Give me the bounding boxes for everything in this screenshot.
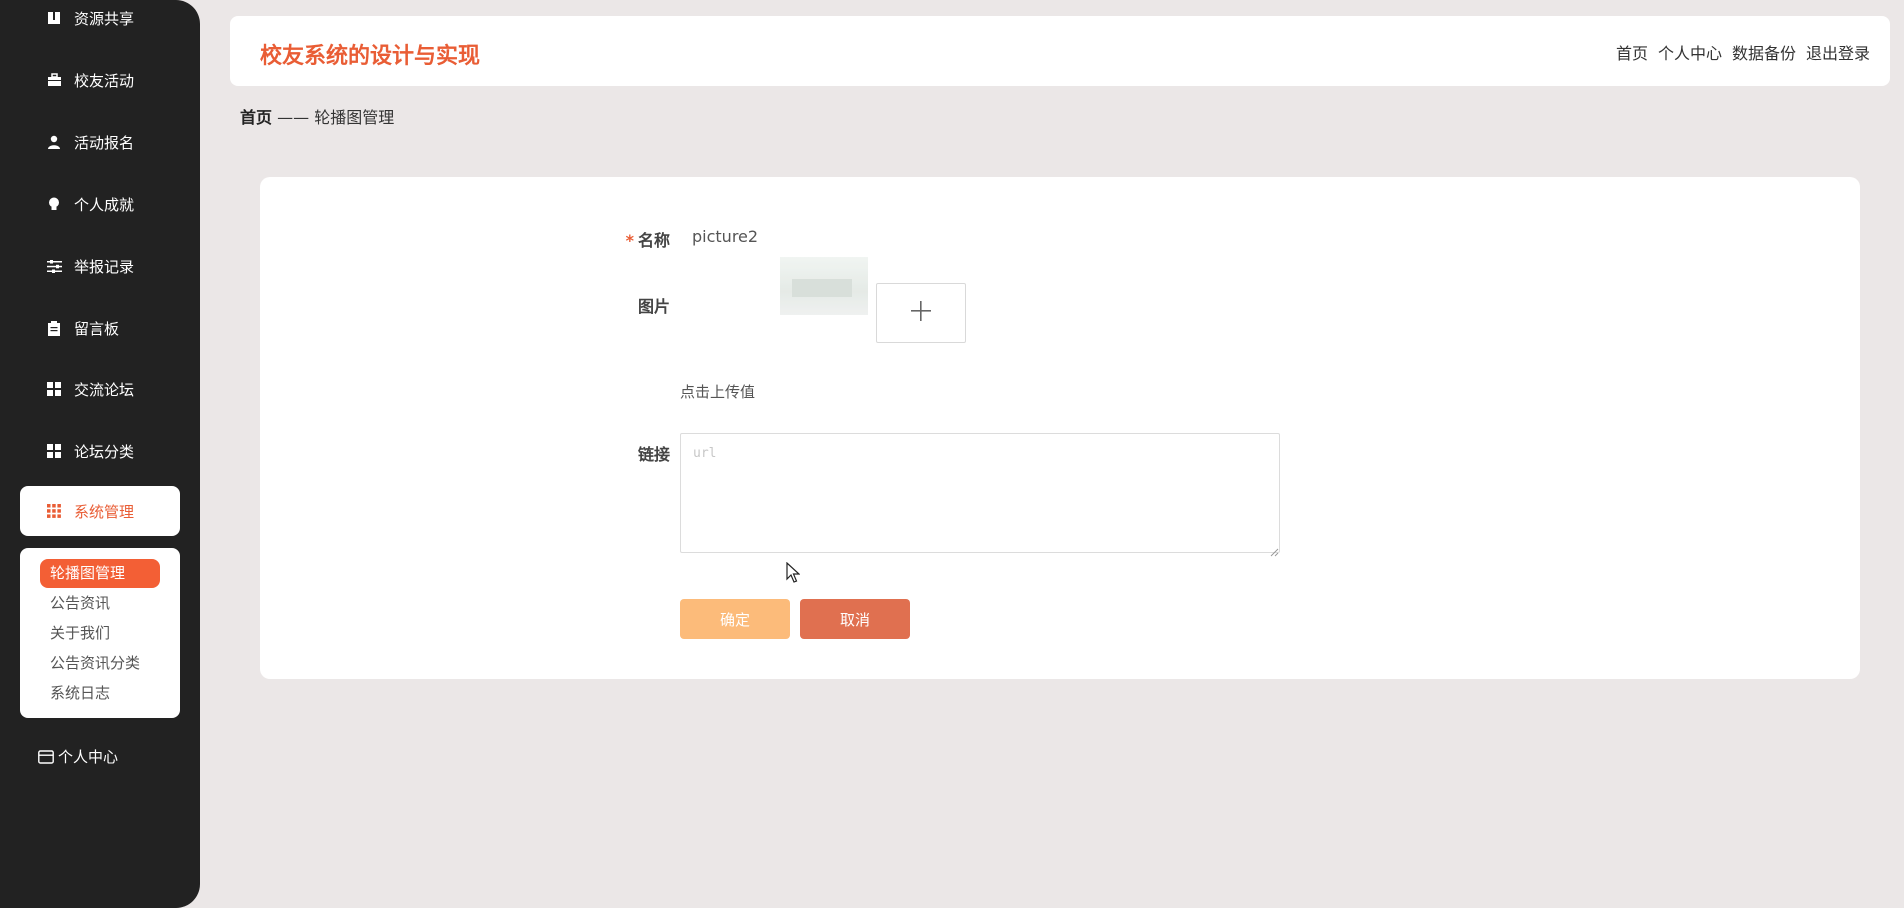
nav-personal-center[interactable]: 个人中心 (1658, 40, 1722, 64)
clipboard-icon (46, 320, 62, 336)
name-value[interactable]: picture2 (692, 227, 758, 246)
plus-icon (910, 300, 932, 326)
sidebar-item-label: 系统管理 (74, 502, 135, 521)
sidebar-item-resource-share[interactable]: 资源共享 (20, 0, 180, 43)
grid-icon (46, 443, 62, 459)
nav-data-backup[interactable]: 数据备份 (1732, 40, 1796, 64)
user-icon (46, 134, 62, 150)
book-icon (46, 10, 62, 26)
sidebar-item-forum[interactable]: 交流论坛 (20, 364, 180, 414)
sidebar-item-system-management[interactable]: 系统管理 (20, 486, 180, 536)
resize-grip-icon[interactable] (1270, 542, 1279, 557)
sidebar-item-reports[interactable]: 举报记录 (20, 241, 180, 291)
image-upload-button[interactable] (876, 283, 966, 343)
grid-icon (46, 381, 62, 397)
mouse-cursor-icon (786, 561, 801, 584)
bulb-icon (46, 196, 62, 212)
breadcrumb-home[interactable]: 首页 (240, 108, 272, 127)
sidebar-item-message-board[interactable]: 留言板 (20, 303, 180, 353)
sliders-icon (46, 258, 62, 274)
sidebar: 资源共享 校友活动 活动报名 个人成就 举报记录 留言板 交流论坛 论坛分类 系… (0, 0, 200, 908)
sidebar-item-activity-signup[interactable]: 活动报名 (20, 117, 180, 167)
sidebar-item-label: 交流论坛 (74, 380, 135, 399)
briefcase-icon (46, 72, 62, 88)
top-nav: 首页 个人中心 数据备份 退出登录 (1616, 40, 1870, 64)
sidebar-item-achievements[interactable]: 个人成就 (20, 179, 180, 229)
submenu-item-system-log[interactable]: 系统日志 (20, 678, 180, 708)
sidebar-item-label: 活动报名 (74, 133, 135, 152)
sidebar-item-label: 个人中心 (58, 748, 119, 766)
sidebar-item-label: 举报记录 (74, 257, 135, 276)
sidebar-item-forum-category[interactable]: 论坛分类 (20, 426, 180, 476)
submenu-item-carousel[interactable]: 轮播图管理 (40, 559, 160, 588)
sidebar-item-personal-center[interactable]: 个人中心 (38, 746, 118, 767)
top-header: 校友系统的设计与实现 首页 个人中心 数据备份 退出登录 (230, 16, 1890, 86)
nav-logout[interactable]: 退出登录 (1806, 40, 1870, 64)
confirm-button[interactable]: 确定 (680, 599, 790, 639)
sidebar-item-label: 个人成就 (74, 195, 135, 214)
breadcrumb-separator: —— (277, 108, 310, 127)
cancel-button[interactable]: 取消 (800, 599, 910, 639)
submenu-item-announcement-category[interactable]: 公告资讯分类 (20, 648, 180, 678)
submenu-item-announcements[interactable]: 公告资讯 (20, 588, 180, 618)
nav-home[interactable]: 首页 (1616, 40, 1648, 64)
sidebar-item-label: 论坛分类 (74, 442, 135, 461)
carousel-form-card: *名称 picture2 图片 点击上传值 链接 确定 取消 (260, 177, 1860, 679)
app-title: 校友系统的设计与实现 (260, 44, 481, 69)
name-label: * 名称 (580, 227, 670, 251)
breadcrumb: 首页 —— 轮播图管理 (240, 104, 394, 128)
sidebar-item-alumni-activity[interactable]: 校友活动 (20, 55, 180, 105)
sidebar-item-label: 校友活动 (74, 71, 135, 90)
name-label-text: 名称 (637, 231, 670, 250)
link-textarea[interactable] (680, 433, 1280, 553)
system-submenu: 轮播图管理 公告资讯 关于我们 公告资讯分类 系统日志 (20, 548, 180, 718)
sidebar-item-label: 留言板 (74, 319, 120, 338)
submenu-item-about-us[interactable]: 关于我们 (20, 618, 180, 648)
required-mark: * (625, 231, 634, 250)
upload-hint: 点击上传值 (680, 383, 756, 401)
apps-icon (46, 503, 62, 519)
sidebar-item-label: 资源共享 (74, 9, 135, 28)
image-thumbnail[interactable] (780, 257, 868, 315)
wallet-icon (38, 749, 54, 764)
image-label: 图片 (637, 297, 670, 316)
link-label: 链接 (637, 445, 670, 464)
breadcrumb-current: 轮播图管理 (314, 108, 395, 127)
